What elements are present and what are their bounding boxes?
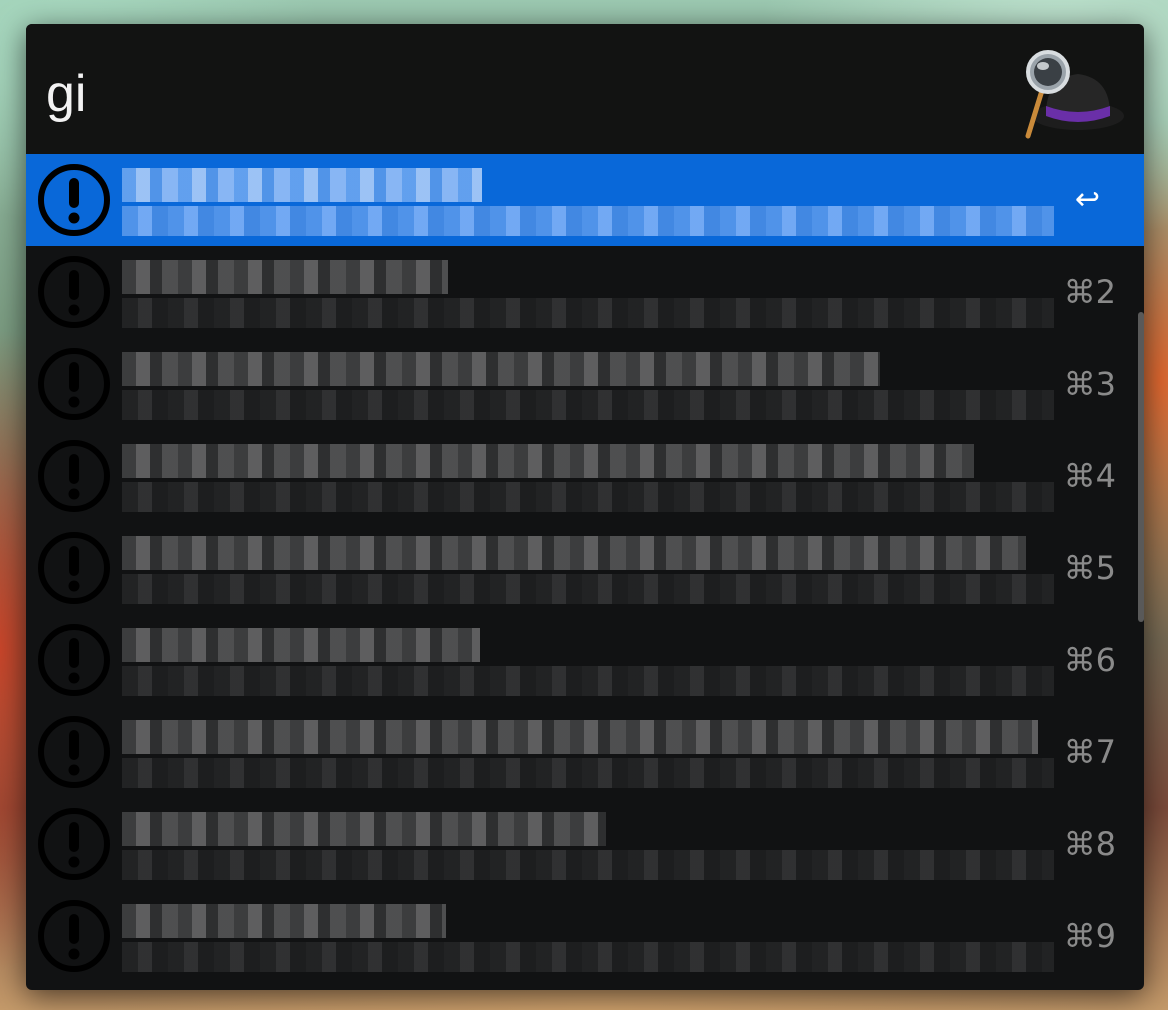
alfred-window: gi ↩ ⌘2 ⌘3 ⌘4 ⌘5 ⌘6 ⌘7 ⌘8 ⌘9 bbox=[26, 24, 1144, 990]
exclamation-circle-icon bbox=[38, 256, 110, 328]
result-row[interactable]: ⌘6 bbox=[26, 614, 1144, 706]
alfred-hat-magnifier-icon bbox=[1025, 50, 1124, 139]
result-row[interactable]: ⌘7 bbox=[26, 706, 1144, 798]
result-subtitle bbox=[122, 206, 1054, 236]
result-subtitle bbox=[122, 850, 1054, 880]
result-subtitle bbox=[122, 758, 1054, 788]
exclamation-circle-icon bbox=[38, 164, 110, 236]
result-subtitle bbox=[122, 482, 1054, 512]
shortcut-hint: ⌘7 bbox=[1063, 733, 1116, 771]
exclamation-circle-icon bbox=[38, 808, 110, 880]
result-row[interactable]: ⌘9 bbox=[26, 890, 1144, 982]
shortcut-hint: ⌘9 bbox=[1063, 917, 1116, 955]
result-title bbox=[122, 444, 974, 478]
shortcut-hint: ⌘2 bbox=[1063, 273, 1116, 311]
exclamation-circle-icon bbox=[38, 532, 110, 604]
exclamation-circle-icon bbox=[38, 624, 110, 696]
exclamation-circle-icon bbox=[38, 900, 110, 972]
result-title bbox=[122, 260, 448, 294]
result-title bbox=[122, 352, 880, 386]
result-title bbox=[122, 720, 1038, 754]
exclamation-circle-icon bbox=[38, 716, 110, 788]
result-subtitle bbox=[122, 298, 1054, 328]
exclamation-circle-icon bbox=[38, 348, 110, 420]
result-row[interactable]: ⌘4 bbox=[26, 430, 1144, 522]
result-subtitle bbox=[122, 574, 1054, 604]
scrollbar[interactable] bbox=[1138, 312, 1144, 622]
result-row[interactable]: ⌘3 bbox=[26, 338, 1144, 430]
result-subtitle bbox=[122, 390, 1054, 420]
result-row[interactable]: ⌘5 bbox=[26, 522, 1144, 614]
result-title bbox=[122, 904, 446, 938]
shortcut-hint: ⌘3 bbox=[1063, 365, 1116, 403]
search-input[interactable]: gi bbox=[46, 64, 86, 124]
result-subtitle bbox=[122, 942, 1054, 972]
result-title bbox=[122, 628, 480, 662]
shortcut-hint: ⌘6 bbox=[1063, 641, 1116, 679]
search-bar: gi bbox=[26, 24, 1144, 154]
shortcut-hint: ⌘8 bbox=[1063, 825, 1116, 863]
results-list: ↩ ⌘2 ⌘3 ⌘4 ⌘5 ⌘6 ⌘7 ⌘8 ⌘9 bbox=[26, 154, 1144, 990]
result-title bbox=[122, 812, 606, 846]
shortcut-hint: ⌘4 bbox=[1063, 457, 1116, 495]
result-title bbox=[122, 168, 482, 202]
result-title bbox=[122, 536, 1026, 570]
result-subtitle bbox=[122, 666, 1054, 696]
exclamation-circle-icon bbox=[38, 440, 110, 512]
shortcut-hint: ⌘5 bbox=[1063, 549, 1116, 587]
result-row[interactable]: ↩ bbox=[26, 154, 1144, 246]
return-key-hint: ↩ bbox=[1074, 182, 1100, 217]
result-row[interactable]: ⌘8 bbox=[26, 798, 1144, 890]
result-row[interactable]: ⌘2 bbox=[26, 246, 1144, 338]
